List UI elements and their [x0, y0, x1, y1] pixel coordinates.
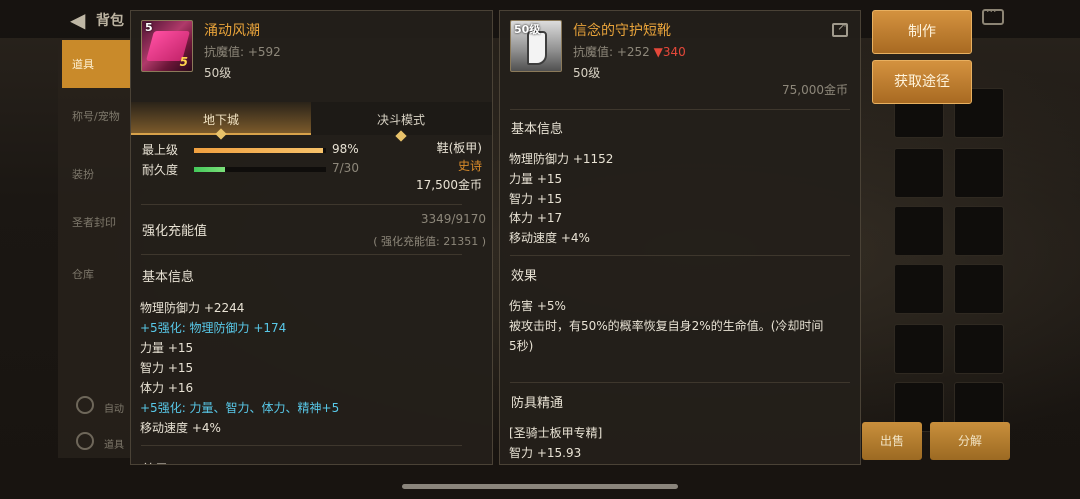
charge-value: 3349/9170 — [420, 212, 486, 226]
resist-value: 抗魔值: +252 — [573, 45, 650, 59]
inventory-slot[interactable] — [954, 324, 1004, 374]
stat-line: 体力 +16 — [140, 381, 194, 395]
effect-line: 伤害 +5% — [509, 299, 566, 313]
item-tooltip-compare: 50级 信念的守护短靴 抗魔值: +252 ▼340 50级 75,000金币 … — [499, 10, 861, 465]
inventory-slot[interactable] — [894, 324, 944, 374]
disassemble-button[interactable]: 分解 — [930, 422, 1010, 460]
divider — [141, 204, 462, 205]
resist-down-value: ▼340 — [653, 45, 686, 59]
auto-label: 自动 — [104, 404, 124, 415]
effect-title: 效果 — [511, 269, 538, 284]
item-tooltip-equipped: 5 5 涌动风潮 抗魔值: +592 50级 地下城 决斗模式 最上级 98% … — [130, 10, 493, 465]
stat-line: 移动速度 +4% — [509, 231, 590, 245]
item-icon-level: 50级 — [514, 23, 541, 36]
inventory-slot[interactable] — [894, 264, 944, 314]
obtain-route-button[interactable]: 获取途径 — [872, 60, 972, 104]
overflow-price: 75,000金币 — [782, 83, 848, 97]
mastery-line: [圣骑士板甲专精] — [509, 426, 603, 440]
tab-dungeon[interactable]: 地下城 — [131, 102, 311, 140]
diamond-icon — [215, 128, 227, 140]
stat-line: 物理防御力 +2244 — [140, 301, 245, 315]
divider — [510, 382, 850, 383]
inventory-title: 背包 — [96, 13, 124, 29]
item-icon-faith-boots: 50级 — [510, 20, 562, 72]
sell-button[interactable]: 出售 — [862, 422, 922, 460]
effect-line: 5秒) — [509, 339, 534, 353]
stat-line: 力量 +15 — [140, 341, 194, 355]
inventory-slot[interactable] — [894, 148, 944, 198]
item-level: 50级 — [573, 66, 601, 80]
sidebar-tab-storage[interactable]: 仓库 — [62, 250, 130, 298]
item-magic-resist: 抗魔值: +592 — [204, 45, 281, 59]
divider — [510, 109, 850, 110]
grade-bar-fill — [194, 148, 324, 153]
divider — [141, 445, 462, 446]
mode-tabs: 地下城 决斗模式 — [131, 102, 492, 142]
item-sort-label: 道具 — [104, 440, 124, 451]
divider — [510, 255, 850, 256]
inventory-slot[interactable] — [954, 264, 1004, 314]
stat-line: +5强化: 物理防御力 +174 — [140, 321, 287, 335]
sidebar-tab-seal[interactable]: 圣者封印 — [62, 198, 130, 246]
grade-label: 最上级 — [142, 143, 179, 157]
rarity-label: 史诗 — [457, 159, 482, 173]
sidebar-tab-costume[interactable]: 装扮 — [62, 150, 130, 198]
home-indicator — [402, 484, 678, 489]
effect-title-cut: 效果 — [142, 459, 168, 464]
back-arrow-icon[interactable]: ◀ — [70, 8, 85, 32]
item-price: 17,500金币 — [416, 178, 482, 192]
basic-info-title: 基本信息 — [511, 122, 564, 137]
item-magic-resist: 抗魔值: +252 ▼340 — [573, 43, 686, 60]
tab-dungeon-label: 地下城 — [202, 113, 239, 127]
effect-line: 被攻击时，有50%的概率恢复自身2%的生命值。(冷却时间 — [509, 319, 824, 333]
sidebar-tab-items[interactable]: 道具 — [62, 40, 130, 88]
auto-icon[interactable] — [76, 396, 94, 414]
mastery-title: 防具精通 — [511, 396, 564, 411]
durability-label: 耐久度 — [142, 163, 179, 177]
item-sort-icon[interactable] — [76, 432, 94, 450]
share-icon[interactable] — [832, 19, 848, 37]
grade-bar — [194, 148, 326, 153]
divider — [141, 254, 462, 255]
stat-line: 智力 +15 — [140, 361, 194, 375]
item-icon-level: 5 — [145, 21, 153, 34]
charge-sub: ( 强化充能值: 21351 ) — [373, 235, 486, 248]
inventory-slot[interactable] — [954, 206, 1004, 256]
durability-bar-fill — [194, 167, 225, 172]
item-icon-reinforce: 5 — [179, 55, 188, 69]
inventory-slot[interactable] — [894, 206, 944, 256]
charge-title: 强化充能值 — [142, 224, 208, 239]
craft-button[interactable]: 制作 — [872, 10, 972, 54]
item-level: 50级 — [204, 66, 232, 80]
sidebar-tab-titles[interactable]: 称号/宠物 — [62, 92, 130, 140]
chat-icon[interactable] — [982, 5, 1004, 25]
durability-value: 7/30 — [332, 161, 359, 175]
tab-pvp-label: 决斗模式 — [376, 113, 425, 127]
item-icon-surging-wind: 5 5 — [141, 20, 193, 72]
mastery-line: 智力 +15.93 — [509, 446, 582, 460]
tab-pvp[interactable]: 决斗模式 — [311, 102, 491, 142]
durability-bar — [194, 167, 326, 172]
inventory-slot[interactable] — [954, 148, 1004, 198]
stat-line: +5强化: 力量、智力、体力、精神+5 — [140, 401, 340, 415]
item-name: 涌动风潮 — [204, 23, 260, 39]
stat-line: 智力 +15 — [509, 192, 563, 206]
grade-value: 98% — [332, 142, 359, 156]
stat-line: 力量 +15 — [509, 172, 563, 186]
slot-type: 鞋(板甲) — [436, 141, 482, 155]
item-name: 信念的守护短靴 — [573, 23, 671, 39]
basic-info-title: 基本信息 — [142, 270, 195, 285]
stat-line: 移动速度 +4% — [140, 421, 221, 435]
diamond-icon — [395, 130, 407, 142]
stat-line: 体力 +17 — [509, 211, 563, 225]
stat-line: 物理防御力 +1152 — [509, 152, 614, 166]
